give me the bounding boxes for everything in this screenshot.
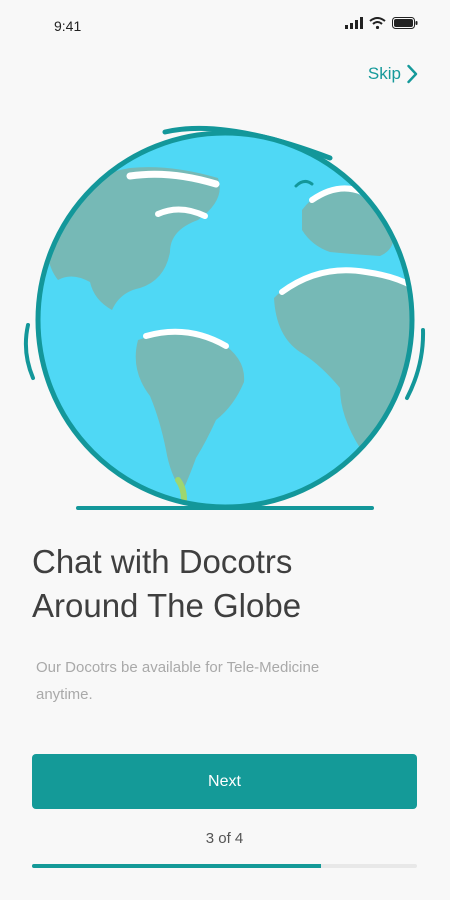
skip-button[interactable]: Skip — [368, 64, 418, 84]
subtitle-line-2: anytime. — [36, 686, 93, 703]
wifi-icon — [369, 17, 386, 29]
battery-icon — [392, 17, 418, 29]
page-title: Chat with Docotrs Around The Globe — [32, 540, 422, 628]
status-icons — [345, 17, 418, 29]
signal-icon — [345, 17, 363, 29]
page-counter: 3 of 4 — [205, 830, 244, 847]
globe-icon — [23, 125, 426, 510]
progress-bar — [32, 864, 417, 868]
next-button[interactable]: Next — [32, 754, 417, 809]
skip-label: Skip — [367, 64, 401, 83]
chevron-right-icon — [407, 64, 418, 84]
page-subtitle: Our Docotrs be available for Tele-Medici… — [36, 654, 416, 708]
title-line-2: Around The Globe — [32, 587, 302, 624]
subtitle-line-1: Our Docotrs be available for Tele-Medici… — [36, 659, 320, 676]
status-bar: 9:41 — [0, 0, 450, 50]
globe-illustration — [20, 120, 430, 515]
title-line-1: Chat with Docotrs — [32, 543, 293, 580]
status-time: 9:41 — [54, 18, 82, 34]
progress-fill — [32, 864, 321, 868]
